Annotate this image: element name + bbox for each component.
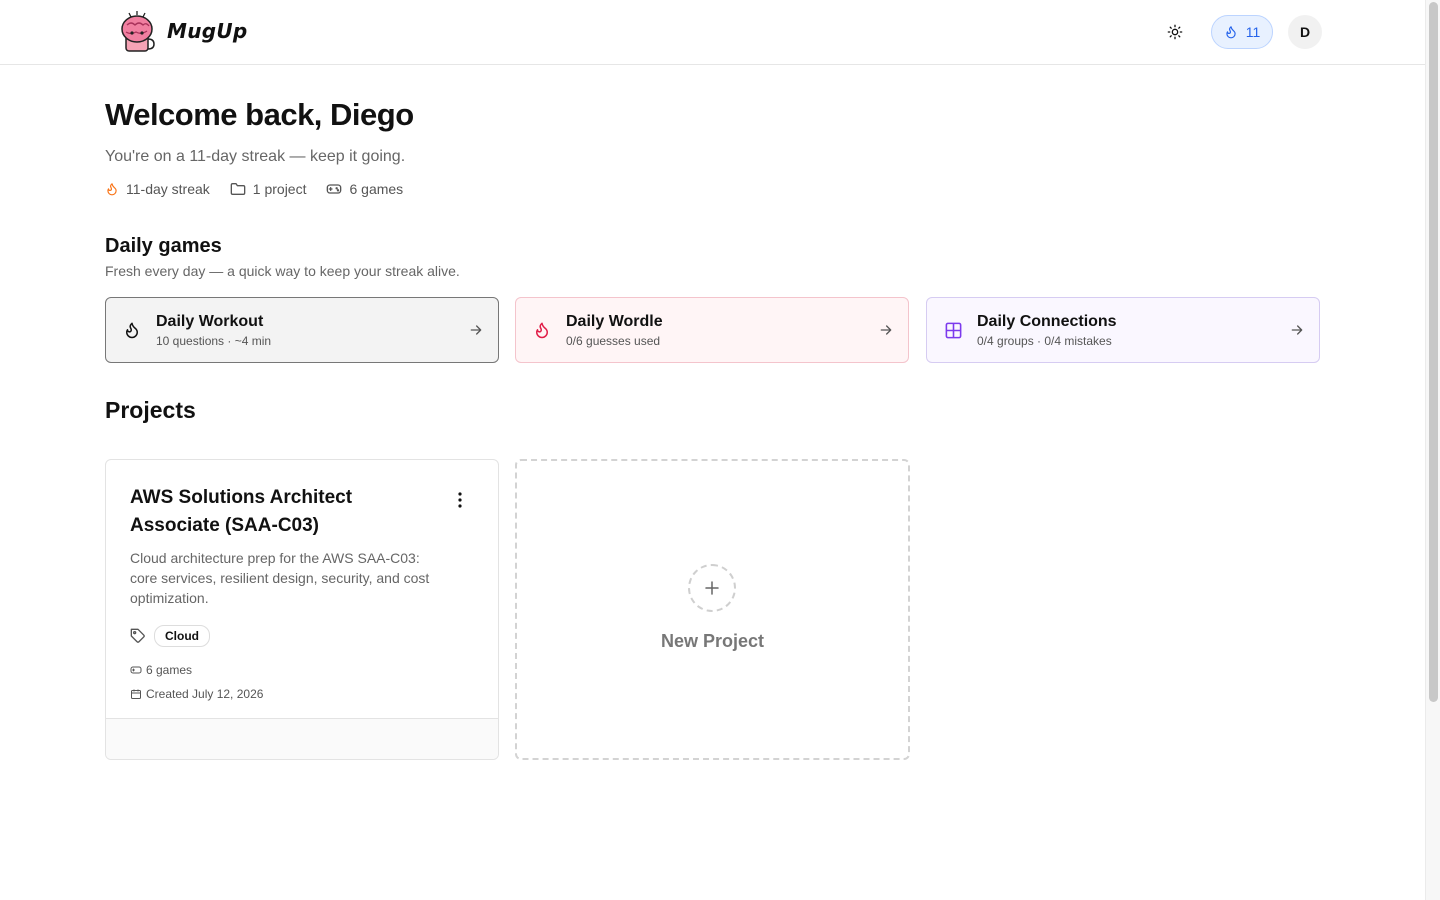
daily-wordle-card[interactable]: Daily Wordle 0/6 guesses used	[515, 297, 909, 363]
project-card[interactable]: AWS Solutions Architect Associate (SAA-C…	[105, 459, 499, 760]
daily-connections-card[interactable]: Daily Connections 0/4 groups · 0/4 mista…	[926, 297, 1320, 363]
game-subtitle: 0/4 groups · 0/4 mistakes	[977, 333, 1112, 348]
daily-workout-card[interactable]: Daily Workout 10 questions · ~4 min	[105, 297, 499, 363]
page-scrollbar[interactable]	[1425, 0, 1440, 900]
project-menu-button[interactable]	[450, 490, 470, 510]
new-project-button[interactable]: New Project	[515, 459, 910, 760]
more-vertical-icon	[458, 492, 462, 508]
sun-icon	[1167, 24, 1183, 40]
tag-icon	[130, 628, 145, 643]
user-avatar-button[interactable]: D	[1288, 15, 1322, 49]
streak-count: 11	[1245, 24, 1261, 40]
projects-heading: Projects	[105, 397, 196, 423]
game-title: Daily Wordle	[566, 312, 663, 330]
project-card-footer	[106, 718, 498, 759]
game-title: Daily Workout	[156, 312, 264, 330]
stat-projects: 1 project	[230, 181, 307, 197]
project-description: Cloud architecture prep for the AWS SAA-…	[130, 550, 430, 606]
project-created: Created July 12, 2026	[130, 687, 263, 701]
gamepad-icon	[130, 666, 142, 674]
daily-games-subtitle: Fresh every day — a quick way to keep yo…	[105, 263, 460, 279]
brain-mug-logo-icon	[121, 11, 155, 52]
calendar-icon	[131, 689, 141, 699]
daily-games-heading: Daily games	[105, 235, 222, 257]
logo[interactable]: MugUp	[117, 9, 248, 53]
project-title[interactable]: AWS Solutions Architect Associate (SAA-C…	[130, 484, 430, 540]
tag-cloud[interactable]: Cloud	[154, 625, 210, 647]
stats-row: 11-day streak 1 project 6 games	[105, 181, 403, 197]
game-subtitle: 10 questions · ~4 min	[156, 333, 272, 348]
new-project-label: New Project	[660, 631, 765, 651]
stat-streak: 11-day streak	[105, 181, 210, 197]
flame-icon	[1226, 26, 1236, 39]
streak-message: You're on a 11-day streak — keep it goin…	[105, 148, 406, 165]
arrow-right-icon	[880, 325, 892, 335]
streak-badge-button[interactable]: 11	[1211, 15, 1273, 49]
top-header: MugUp 11 D	[0, 0, 1425, 65]
arrow-right-icon	[470, 325, 482, 335]
brand-name: MugUp	[167, 19, 248, 43]
stat-streak-label: 11-day streak	[126, 181, 210, 197]
plus-circle	[688, 564, 736, 612]
project-games: 6 games	[130, 663, 192, 677]
stat-games: 6 games	[326, 181, 403, 197]
project-tags: Cloud	[130, 625, 210, 647]
flame-outline-icon	[126, 322, 138, 339]
flame-icon	[107, 183, 117, 196]
stat-games-label: 6 games	[349, 181, 404, 197]
scrollbar-thumb[interactable]	[1429, 2, 1438, 702]
folder-icon	[230, 183, 246, 195]
arrow-right-icon	[1291, 325, 1303, 335]
game-subtitle: 0/6 guesses used	[566, 333, 661, 348]
project-games-label: 6 games	[146, 663, 193, 677]
welcome-heading: Welcome back, Diego	[105, 97, 414, 132]
game-title: Daily Connections	[977, 312, 1117, 330]
gamepad-icon	[327, 184, 342, 194]
flame-icon	[536, 322, 548, 339]
project-created-label: Created July 12, 2026	[146, 687, 264, 701]
theme-toggle-button[interactable]	[1161, 18, 1189, 46]
stat-projects-label: 1 project	[252, 181, 307, 197]
plus-icon	[705, 581, 719, 595]
grid-icon	[945, 322, 961, 338]
